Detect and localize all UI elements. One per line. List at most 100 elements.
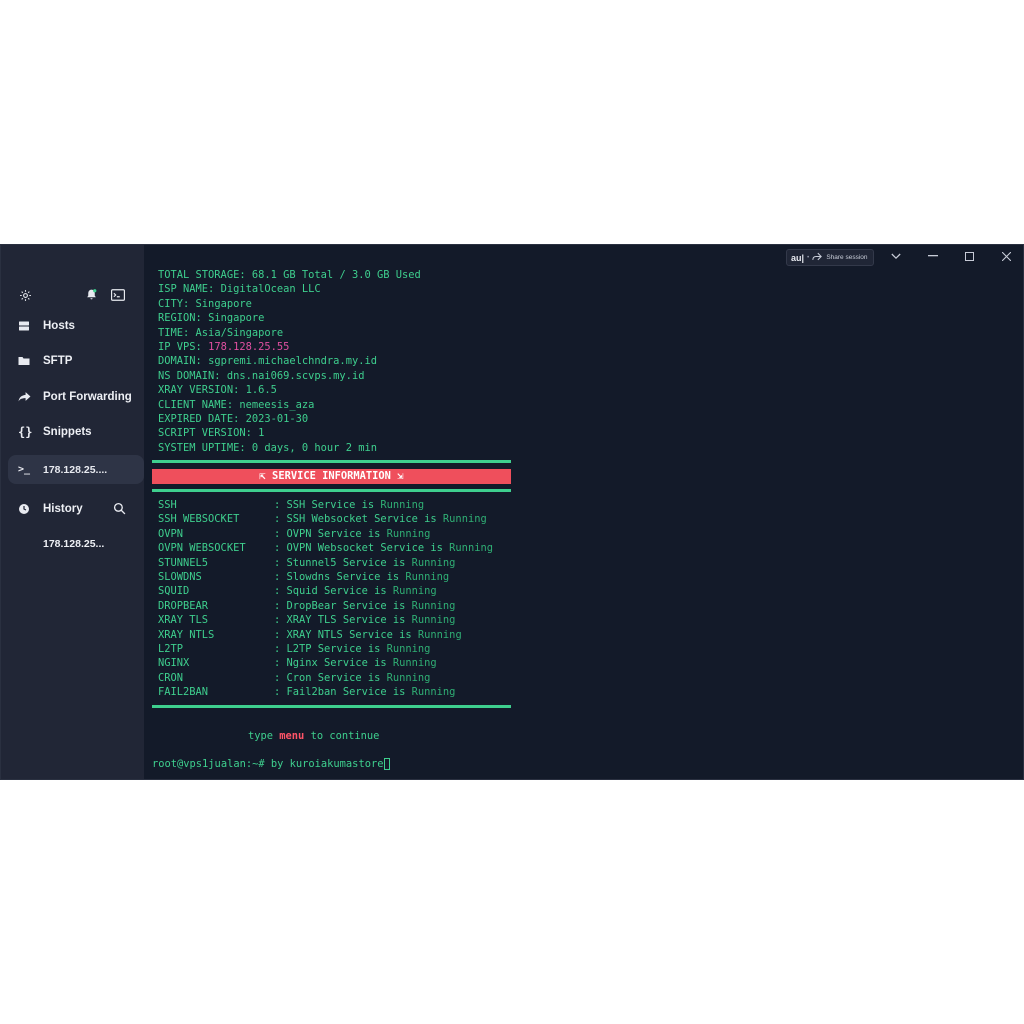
service-name: OVPN WEBSOCKET xyxy=(158,542,246,555)
continue-hint: type menu to continue xyxy=(248,729,379,743)
service-name: L2TP xyxy=(158,643,184,655)
divider xyxy=(152,705,511,708)
info-line: XRAY VERSION: 1.6.5 xyxy=(158,383,277,397)
service-name: CRON xyxy=(158,671,184,684)
info-value: 178.128.25.55 xyxy=(208,341,290,353)
info-value: DigitalOcean LLC xyxy=(220,283,321,296)
text-cursor xyxy=(384,758,391,770)
service-status-line: : SSH Service is Running xyxy=(274,498,424,512)
service-status: Running xyxy=(411,614,456,627)
service-status-line: : SSH Websocket Service is Running xyxy=(274,512,487,526)
continue-command: menu xyxy=(279,730,305,742)
sidebar-item-snippets[interactable]: {} Snippets xyxy=(8,417,144,446)
service-status-line: : DropBear Service is Running xyxy=(274,599,455,613)
service-desc: : DropBear Service is xyxy=(274,599,406,612)
sidebar-item-label: 178.128.25.... xyxy=(43,463,108,476)
info-value: Singapore xyxy=(195,297,252,310)
minimize-icon[interactable] xyxy=(926,249,940,263)
service-status-line: : OVPN Service is Running xyxy=(274,527,430,541)
service-desc: : XRAY NTLS Service is xyxy=(274,628,412,641)
info-value: 68.1 GB Total / 3.0 GB Used xyxy=(251,269,421,281)
info-key: XRAY VERSION: xyxy=(158,384,240,397)
service-name: SQUID xyxy=(158,585,190,598)
info-value: 1.6.5 xyxy=(245,384,277,397)
sidebar-item-label: History xyxy=(43,502,83,515)
service-name: NGINX xyxy=(158,657,190,670)
info-value: 2023-01-30 xyxy=(245,413,309,425)
service-status: Running xyxy=(386,527,431,540)
history-item-label: 178.128.25... xyxy=(43,537,105,550)
service-status: Running xyxy=(392,657,437,670)
continue-post: to continue xyxy=(304,730,380,742)
info-key: REGION: xyxy=(158,312,202,325)
info-key: IP VPS: xyxy=(158,341,202,353)
continue-pre: type xyxy=(248,730,280,742)
service-status: Running xyxy=(411,599,456,612)
service-status: Running xyxy=(405,571,450,583)
info-key: TOTAL STORAGE: xyxy=(158,269,246,281)
service-status-line: : Nginx Service is Running xyxy=(274,656,437,670)
gear-icon[interactable] xyxy=(18,288,32,302)
shell-prompt[interactable]: root@vps1jualan:~# by kuroiakumastore xyxy=(152,757,391,771)
share-session-button: Share session xyxy=(826,254,868,261)
sidebar-item-label: Port Forwarding xyxy=(43,390,132,403)
info-value: 0 days, 0 hour 2 min xyxy=(251,441,377,454)
info-key: CLIENT NAME: xyxy=(158,398,234,411)
maximize-icon[interactable] xyxy=(962,249,976,263)
info-line: REGION: Singapore xyxy=(158,311,264,325)
sidebar-item-sftp[interactable]: SFTP xyxy=(8,346,144,375)
service-name: DROPBEAR xyxy=(158,599,209,612)
service-status-line: : Stunnel5 Service is Running xyxy=(274,556,455,570)
service-name: XRAY TLS xyxy=(158,614,209,627)
search-icon[interactable] xyxy=(112,501,126,515)
service-status-line: : Squid Service is Running xyxy=(274,584,437,598)
terminal[interactable]: TOTAL STORAGE: 68.1 GB Total / 3.0 GB Us… xyxy=(144,245,1023,779)
service-status-line: : Cron Service is Running xyxy=(274,671,430,685)
service-status: Running xyxy=(392,585,437,598)
info-line: DOMAIN: sgpremi.michaelchndra.my.id xyxy=(158,354,377,368)
info-line: CLIENT NAME: nemeesis_aza xyxy=(158,398,314,412)
info-key: DOMAIN: xyxy=(158,355,202,368)
service-desc: : OVPN Service is xyxy=(274,527,381,540)
hosts-icon xyxy=(18,320,40,332)
service-desc: : Cron Service is xyxy=(274,671,381,684)
service-status: Running xyxy=(386,643,431,655)
service-status-line: : L2TP Service is Running xyxy=(274,642,430,656)
close-icon[interactable] xyxy=(999,249,1013,263)
info-line: SYSTEM UPTIME: 0 days, 0 hour 2 min xyxy=(158,441,377,455)
sidebar-item-session[interactable]: >_ 178.128.25.... xyxy=(8,455,144,484)
service-desc: : SSH Websocket Service is xyxy=(274,513,437,526)
info-value: Asia/Singapore xyxy=(195,326,284,339)
info-key: EXPIRED DATE: xyxy=(158,413,240,425)
info-line: TOTAL STORAGE: 68.1 GB Total / 3.0 GB Us… xyxy=(158,268,421,282)
info-key: CITY: xyxy=(158,297,190,310)
terminal-window-icon[interactable] xyxy=(111,288,125,302)
service-status: Running xyxy=(386,671,431,684)
share-prefix: au| xyxy=(791,252,805,263)
info-value: sgpremi.michaelchndra.my.id xyxy=(208,355,377,368)
info-key: NS DOMAIN: xyxy=(158,369,221,382)
service-desc: : Nginx Service is xyxy=(274,657,387,670)
app-window: Hosts SFTP Port Forwarding {} Snippets >… xyxy=(0,244,1024,780)
service-status: Running xyxy=(380,499,425,511)
service-desc: : Stunnel5 Service is xyxy=(274,556,406,569)
service-status-line: : OVPN Websocket Service is Running xyxy=(274,541,493,555)
info-value: Singapore xyxy=(208,312,265,325)
service-desc: : OVPN Websocket Service is xyxy=(274,542,443,555)
info-line: TIME: Asia/Singapore xyxy=(158,326,283,340)
share-session-box[interactable]: au| • Share session xyxy=(786,249,874,266)
history-item[interactable]: 178.128.25... xyxy=(8,529,144,558)
sidebar-item-label: Snippets xyxy=(43,425,92,438)
chevron-down-icon[interactable] xyxy=(889,249,903,263)
service-name: SSH xyxy=(158,499,177,511)
bell-icon[interactable] xyxy=(84,287,98,301)
sidebar-item-hosts[interactable]: Hosts xyxy=(8,311,144,340)
info-value: 1 xyxy=(258,427,265,440)
sidebar-item-port-forwarding[interactable]: Port Forwarding xyxy=(8,382,144,411)
service-banner: ⇱ SERVICE INFORMATION ⇲ xyxy=(152,469,511,484)
service-desc: : Fail2ban Service is xyxy=(274,686,406,699)
service-desc: : L2TP Service is xyxy=(274,643,381,655)
service-desc: : Squid Service is xyxy=(274,585,387,598)
folder-icon xyxy=(18,355,40,366)
service-status: Running xyxy=(442,513,487,526)
